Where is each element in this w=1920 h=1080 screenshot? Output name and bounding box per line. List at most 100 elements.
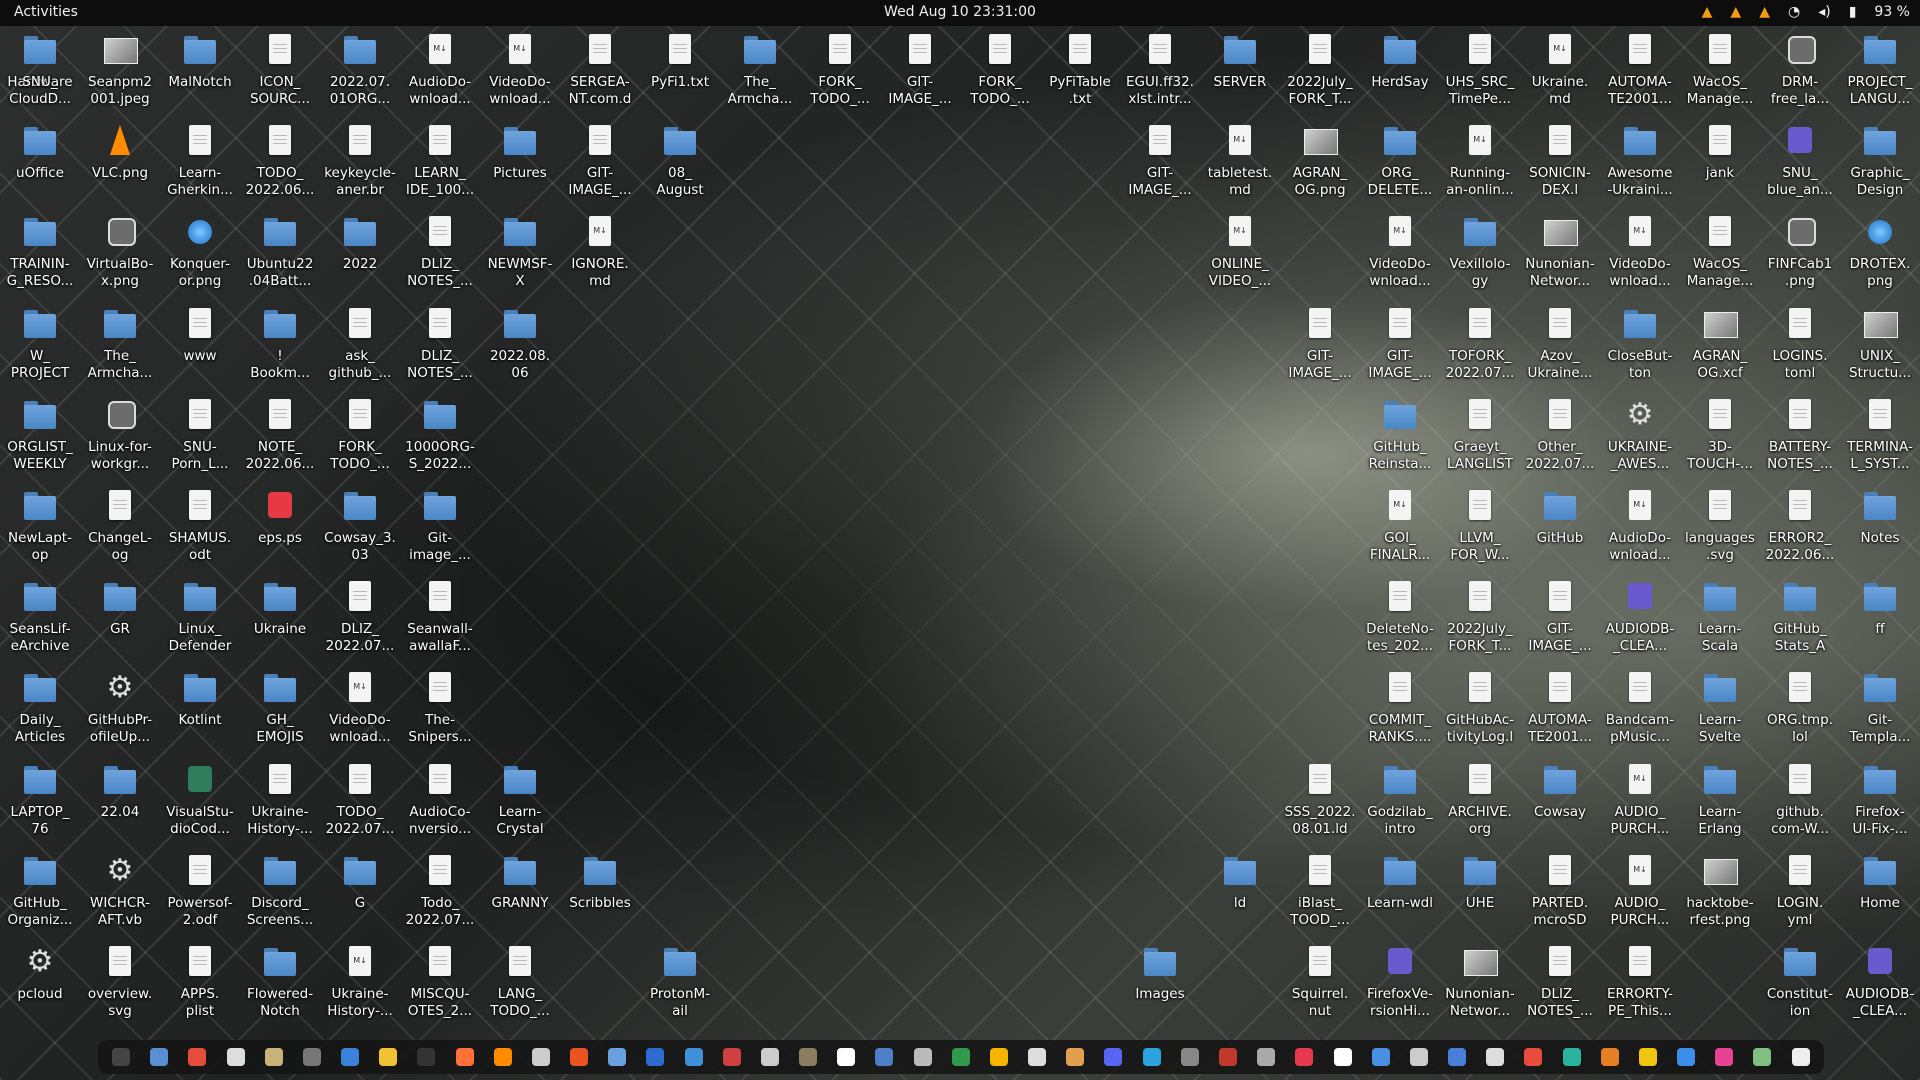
desktop-icon-folder[interactable]: Learn- Crystal <box>480 758 560 844</box>
desktop-icon-folder[interactable]: Firefox- UI-Fix-... <box>1840 758 1920 844</box>
camera-app-icon[interactable] <box>1486 1048 1505 1066</box>
pdf-app-icon[interactable] <box>1028 1048 1047 1066</box>
desktop-icon-doc[interactable]: FORK_ TODO_... <box>960 28 1040 114</box>
desktop-icon-doc[interactable]: LOGIN. yml <box>1760 849 1840 935</box>
desktop-icon-folder[interactable]: Cowsay <box>1520 758 1600 844</box>
desktop-icon-doc[interactable]: jank <box>1680 119 1760 205</box>
desktop-icon-folder[interactable]: The_ Armcha... <box>720 28 800 114</box>
desktop-icon-doc[interactable]: TOFORK_ 2022.07... <box>1440 302 1520 388</box>
desktop-icon-folder[interactable]: Home <box>1840 849 1920 935</box>
desktop-icon-doc[interactable]: GitHubAc-tivityLog.l <box>1440 666 1520 752</box>
desktop-icon-doc[interactable]: LEARN_ IDE_100... <box>400 119 480 205</box>
desktop-icon-doc[interactable]: SHAMUS. odt <box>160 484 240 570</box>
terminal2-app-icon[interactable] <box>417 1048 436 1066</box>
inkscape-app-icon[interactable] <box>837 1048 856 1066</box>
desktop-icon-green[interactable]: VisualStu-dioCod... <box>160 758 240 844</box>
desktop-icon-doc[interactable]: Learn- Gherkin... <box>160 119 240 205</box>
desktop-icon-doc[interactable]: PyFiTable .txt <box>1040 28 1120 114</box>
desktop-icon-doc[interactable]: AUTOMA- TE2001... <box>1600 28 1680 114</box>
desktop-icon-folder[interactable]: NewLapt-op <box>0 484 80 570</box>
desktop-icon-folder[interactable]: GRANNY <box>480 849 560 935</box>
desktop-icon-doc[interactable]: Ukraine- History-... <box>240 758 320 844</box>
desktop-icon-doc[interactable]: iBlast_ TOOD_... <box>1280 849 1360 935</box>
desktop-icon-doc[interactable]: DLIZ_ NOTES_... <box>400 302 480 388</box>
desktop-icon-folder[interactable]: uOffice <box>0 119 80 205</box>
desktop-icon-doc[interactable]: ask_ github_... <box>320 302 400 388</box>
desktop-icon-folder[interactable]: ff <box>1840 575 1920 661</box>
desktop-icon-doc[interactable]: FORK_ TODO_... <box>800 28 880 114</box>
desktop-icon-doc[interactable]: LANG_ TODO_... <box>480 940 560 1026</box>
desktop-icon-folder[interactable]: LAPTOP_ 76 <box>0 758 80 844</box>
desktop-icon-folder[interactable]: Learn- Erlang <box>1680 758 1760 844</box>
calc-app-icon[interactable] <box>379 1048 398 1066</box>
desktop-icon-folder[interactable]: Linux_ Defender <box>160 575 240 661</box>
desktop-icon-folder[interactable]: ProtonM-ail <box>640 940 720 1026</box>
desktop-icon-md[interactable]: VideoDo-wnload... <box>320 666 400 752</box>
help-app-icon[interactable] <box>684 1048 703 1066</box>
desktop-icon-folder[interactable]: Learn- Scala <box>1680 575 1760 661</box>
calendar-app-icon[interactable] <box>1333 1048 1352 1066</box>
desktop-icon-doc[interactable]: ICON_ SOURC... <box>240 28 320 114</box>
desktop-icon-folder[interactable]: 1000ORG- S_2022... <box>400 393 480 479</box>
desktop-icon-doc[interactable]: ARCHIVE. org <box>1440 758 1520 844</box>
desktop-icon-doc[interactable]: GIT- IMAGE_... <box>1520 575 1600 661</box>
music-app-icon[interactable] <box>1715 1048 1734 1066</box>
store-app-icon[interactable] <box>570 1048 589 1066</box>
desktop-icon-folder[interactable]: Git-image_... <box>400 484 480 570</box>
desktop-icon-folder[interactable]: ! Bookm... <box>240 302 320 388</box>
draw-app-icon[interactable] <box>608 1048 627 1066</box>
files-app-icon[interactable] <box>150 1048 169 1066</box>
desktop-icon-folder[interactable]: Vexillolo-gy <box>1440 210 1520 296</box>
desktop-icon-folder[interactable]: 2022 <box>320 210 400 296</box>
desktop-icon-folder[interactable]: Godzilab_ intro <box>1360 758 1440 844</box>
desktop-icon-doc[interactable]: NOTE_ 2022.06... <box>240 393 320 479</box>
desktop-icon-md[interactable]: tabletest.md <box>1200 119 1280 205</box>
desktop-icon-folder[interactable]: G <box>320 849 400 935</box>
desktop-icon-doc[interactable]: BATTERY- NOTES_... <box>1760 393 1840 479</box>
desktop-icon-doc[interactable]: TODO_ 2022.07... <box>320 758 400 844</box>
desktop-icon-folder[interactable]: Daily_ Articles <box>0 666 80 752</box>
desktop-icon-folder[interactable]: GH_ EMOJIS <box>240 666 320 752</box>
desktop-icon-doc[interactable]: EGUI.ff32. xlst.intr... <box>1120 28 1200 114</box>
desktop-icon-folder[interactable]: MalNotch <box>160 28 240 114</box>
desktop-icon-md[interactable]: VideoDo-wnload... <box>480 28 560 114</box>
desktop-icon-purple[interactable]: FirefoxVe-rsionHi... <box>1360 940 1440 1026</box>
desktop-icon-md[interactable]: Running-an-onlin... <box>1440 119 1520 205</box>
desktop-icon-folder[interactable]: Ukraine <box>240 575 320 661</box>
desktop-icon-md[interactable]: IGNORE.md <box>560 210 640 296</box>
steam-app-icon[interactable] <box>1409 1048 1428 1066</box>
desktop-icon-md[interactable]: AUDIO_PURCH... <box>1600 849 1680 935</box>
desktop-icon-doc[interactable]: PARTED. mcroSD <box>1520 849 1600 935</box>
sheets-app-icon[interactable] <box>951 1048 970 1066</box>
desktop-icon-doc[interactable]: github. com-W... <box>1760 758 1840 844</box>
desktop-icon-md[interactable]: AUDIO_PURCH... <box>1600 758 1680 844</box>
desktop-icon-doc[interactable]: Azov_ Ukraine... <box>1520 302 1600 388</box>
archive-app-icon[interactable] <box>1066 1048 1085 1066</box>
percent-app-icon[interactable] <box>1257 1048 1276 1066</box>
heart-app-icon[interactable] <box>1524 1048 1543 1066</box>
desktop-icon-folder[interactable]: GitHub_ Reinsta... <box>1360 393 1440 479</box>
desktop-icon-purple[interactable]: AUDIODB- _CLEA... <box>1840 940 1920 1026</box>
firefox-app-icon[interactable] <box>455 1048 474 1066</box>
desktop-icon-folder[interactable]: PROJECT_ LANGU... <box>1840 28 1920 114</box>
desktop-icon-doc[interactable]: WacOS_ Manage... <box>1680 210 1760 296</box>
desktop-icon-doc[interactable]: Bandcam-pMusic... <box>1600 666 1680 752</box>
desktop-icon-image[interactable]: Nunonian- Networ... <box>1440 940 1520 1026</box>
desktop-icon-folder[interactable]: 08_ August <box>640 119 720 205</box>
desktop-icon-doc[interactable]: overview. svg <box>80 940 160 1026</box>
desktop-icon-app[interactable]: FINFCab1 .png <box>1760 210 1840 296</box>
desktop-icon-folder[interactable]: Pictures <box>480 119 560 205</box>
desktop-icon-doc[interactable]: LOGINS. toml <box>1760 302 1840 388</box>
desktop-icon-folder[interactable]: CloseBut-ton <box>1600 302 1680 388</box>
desktop-icon-doc[interactable]: FORK_ TODO_... <box>320 393 400 479</box>
desktop-icon-doc[interactable]: 2022July_ FORK_T... <box>1440 575 1520 661</box>
obs2-app-icon[interactable] <box>913 1048 932 1066</box>
desktop-icon-folder[interactable]: W_ PROJECT <box>0 302 80 388</box>
desktop-icon-folder[interactable]: 2022.07. 01ORG... <box>320 28 400 114</box>
desktop-icon-doc[interactable]: GIT- IMAGE_... <box>1360 302 1440 388</box>
docs-app-icon[interactable] <box>646 1048 665 1066</box>
desktop-icon-doc[interactable]: UHS_SRC_ TimePe... <box>1440 28 1520 114</box>
desktop-icon-md[interactable]: AudioDo-wnload... <box>1600 484 1680 570</box>
desktop-icon-purple[interactable]: AUDIODB- _CLEA... <box>1600 575 1680 661</box>
desktop-icon-doc[interactable]: DLIZ_ 2022.07... <box>320 575 400 661</box>
